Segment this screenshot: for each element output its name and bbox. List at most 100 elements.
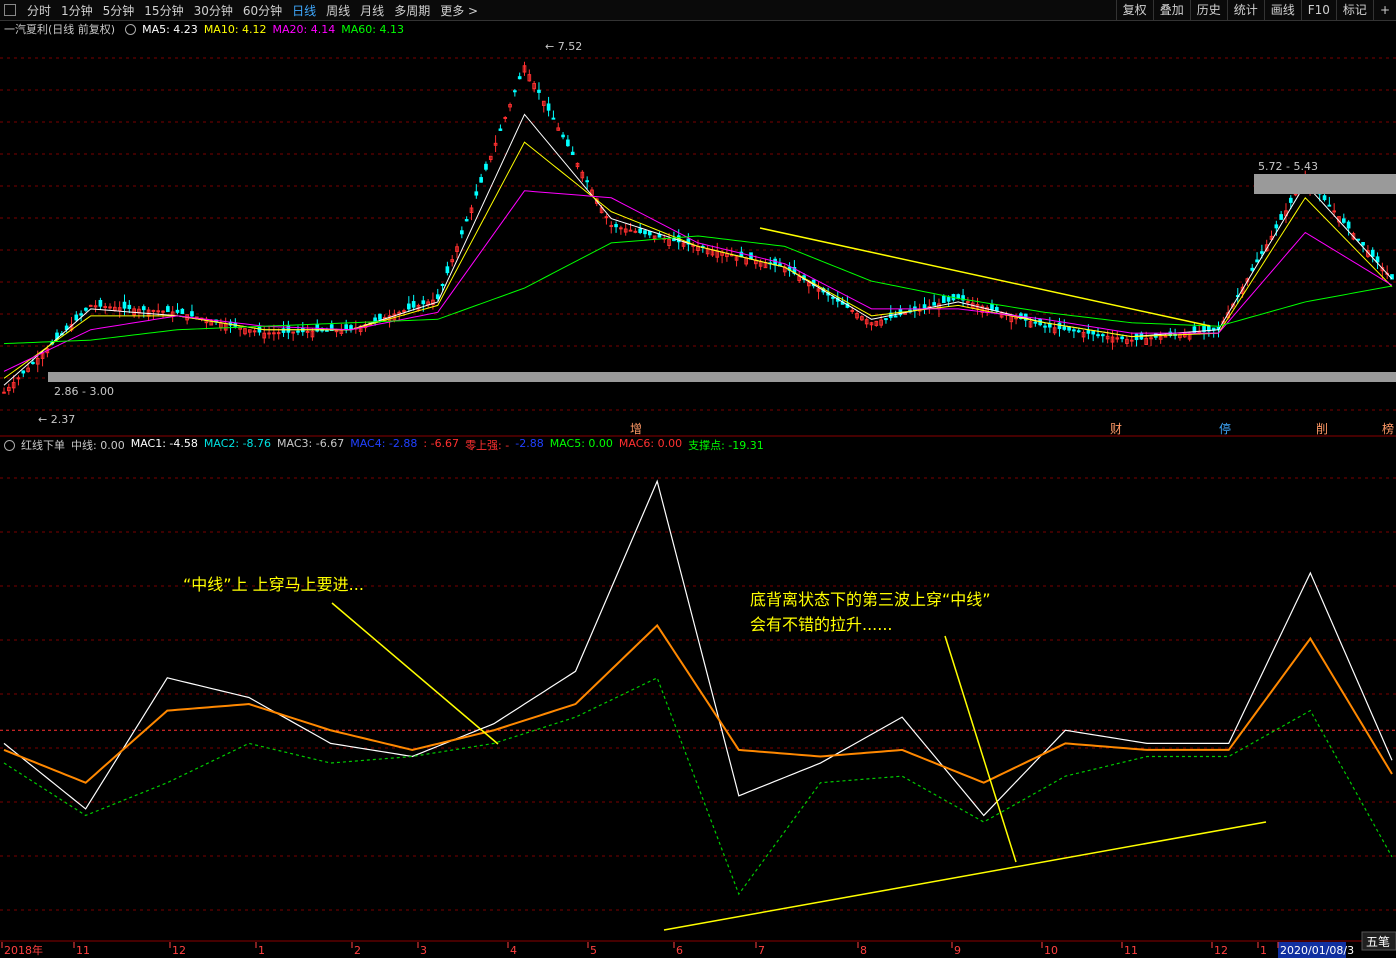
stock-chart[interactable]: ← 7.52 ← 2.37 2.86 - 3.00 5.72 - 5.43 增 财 停 削 榜 “… (0, 0, 1396, 958)
annotation-arrow-2 (944, 635, 1017, 863)
support-band (48, 372, 1396, 382)
candle-body (1370, 249, 1375, 257)
candle-body (1163, 335, 1168, 338)
trend-arrow-bottom (663, 821, 1267, 931)
resistance-band (1254, 174, 1396, 194)
candle-body (122, 301, 127, 309)
x-axis-label-14: 12 (1214, 944, 1228, 957)
candle-body (108, 306, 112, 309)
candle-body (503, 116, 508, 119)
x-axis-label-3: 1 (258, 944, 265, 957)
candle-body (296, 330, 300, 333)
candle-body (1356, 238, 1361, 241)
annotation-text-2: 底背离状态下的第三波上穿“中线” (750, 590, 991, 609)
candle-body (1322, 195, 1327, 201)
candle-body (1043, 325, 1047, 328)
candle-body (566, 139, 570, 147)
candle-body (460, 230, 464, 235)
candle-body (966, 301, 970, 304)
candle-body (1332, 210, 1336, 213)
candle-body (1255, 259, 1259, 263)
candle-body (513, 90, 517, 93)
indicator-line-MAC1 (3, 479, 1393, 817)
candle-body (1033, 321, 1038, 324)
candle-body (643, 230, 647, 235)
candle-body (166, 306, 170, 313)
candle-body (305, 330, 310, 333)
bottom-right-tag: 五笔 (1366, 934, 1390, 949)
candle-body (74, 314, 79, 321)
candle-body (127, 304, 132, 309)
candle-body (1149, 337, 1153, 340)
candle-body (633, 230, 638, 233)
x-axis-label-1: 11 (76, 944, 90, 957)
candle-body (1293, 193, 1298, 196)
candle-body (421, 300, 426, 305)
candle-body (1091, 331, 1096, 335)
ma-line-MA10 (3, 141, 1393, 379)
price-high-label: ← 7.52 (545, 40, 582, 53)
candle-body (932, 302, 936, 306)
candle-body (156, 310, 161, 313)
candle-body (474, 191, 479, 196)
candle-body (1057, 322, 1062, 330)
candle-body (1361, 242, 1365, 246)
event-marker-4: 榜 (1382, 421, 1394, 436)
candle-body (1346, 221, 1351, 229)
annotation-text-1: “中线”上 上穿马上要进... (183, 575, 364, 594)
candle-body (1101, 334, 1105, 337)
candle-body (517, 76, 522, 80)
event-marker-0: 增 (630, 422, 642, 436)
candle-body (440, 283, 445, 287)
candle-body (1274, 224, 1279, 229)
candle-body (84, 307, 88, 311)
candle-body (407, 303, 411, 310)
candle-body (1067, 326, 1071, 331)
candle-body (1375, 256, 1380, 263)
candle-body (141, 306, 146, 311)
candle-body (267, 332, 271, 335)
annotation-arrow-1 (331, 602, 499, 745)
candle-body (619, 227, 623, 230)
candle-body (1047, 323, 1052, 328)
x-axis-label-4: 2 (354, 944, 361, 957)
candle-body (1120, 336, 1124, 340)
candle-body (570, 151, 575, 156)
support-band-label: 2.86 - 3.00 (54, 385, 114, 398)
candle-body (88, 304, 93, 307)
candle-body (1062, 326, 1067, 330)
candle-body (994, 307, 999, 312)
candle-body (546, 103, 551, 111)
candle-body (151, 309, 156, 312)
candle-body (831, 296, 835, 299)
x-axis-label-5: 3 (420, 944, 427, 957)
candle-body (2, 391, 6, 394)
candle-body (1086, 330, 1091, 334)
candle-body (445, 266, 450, 274)
x-axis-label-2: 12 (172, 944, 186, 957)
candle-body (325, 329, 329, 332)
annotation-text-3: 会有不错的拉升...... (750, 615, 893, 634)
candle-body (31, 362, 35, 365)
candle-body (638, 228, 642, 233)
x-axis-label-11: 9 (954, 944, 961, 957)
candle-body (435, 294, 440, 299)
candle-body (551, 117, 556, 120)
candle-body (479, 177, 483, 183)
candle-body (103, 306, 108, 309)
candle-body (609, 225, 614, 228)
x-axis-label-0: 2018年 (4, 943, 43, 957)
candle-body (614, 224, 618, 228)
trend-arrow-top (759, 227, 1211, 327)
indicator-line-支撑点 (3, 677, 1393, 896)
candle-body (922, 304, 927, 309)
candle-body (946, 297, 951, 302)
candle-body (464, 219, 469, 222)
candle-body (990, 303, 994, 310)
candle-body (537, 89, 541, 93)
price-low-label: ← 2.37 (38, 413, 75, 426)
candle-body (98, 299, 103, 307)
x-axis-label-8: 6 (676, 944, 683, 957)
x-axis-label-16: 2020/01/08/3 (1280, 944, 1354, 957)
candle-body (1072, 329, 1076, 332)
